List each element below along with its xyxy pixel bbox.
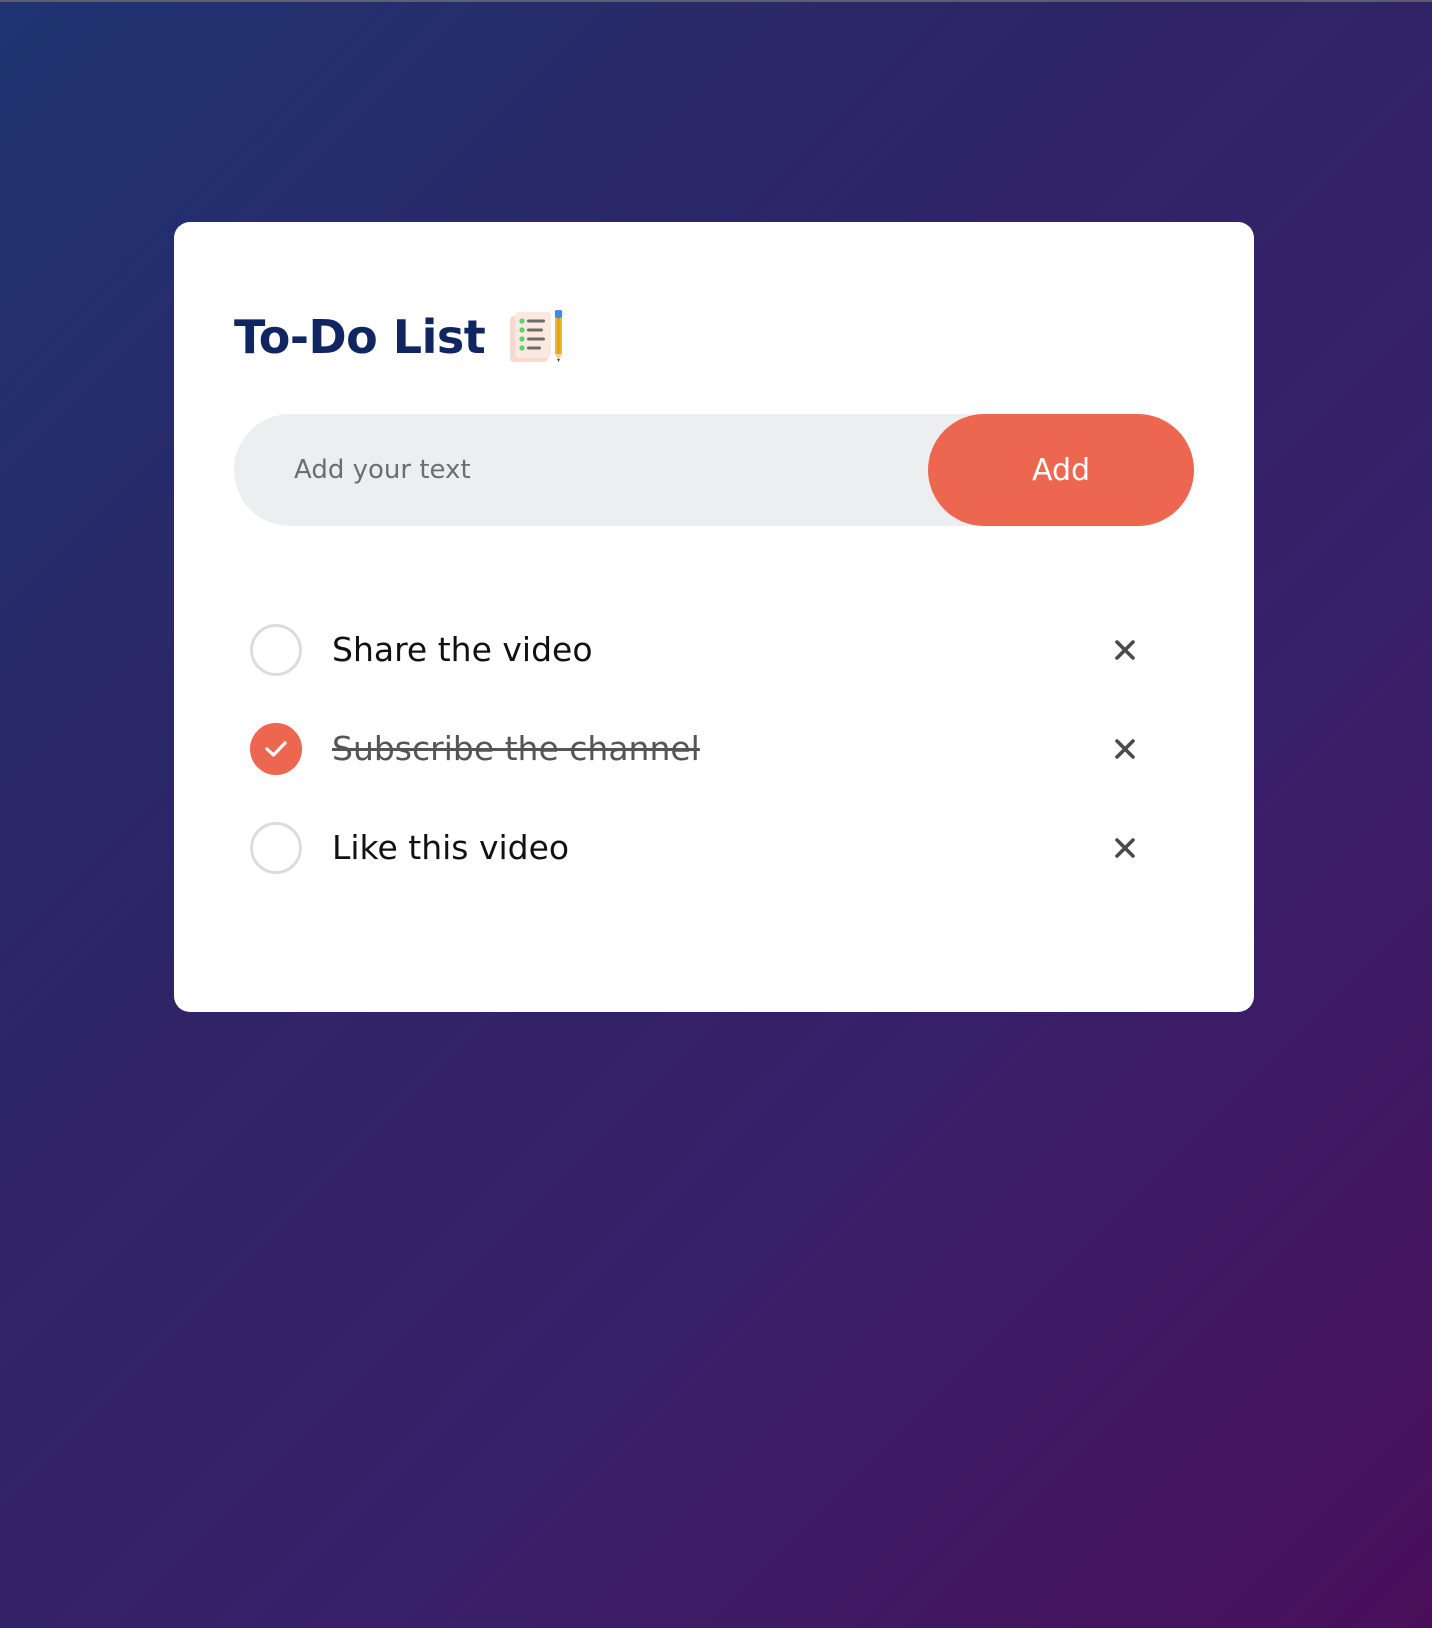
checkmark-icon bbox=[265, 740, 287, 757]
close-icon[interactable] bbox=[1108, 831, 1142, 865]
title-row: To-Do List bbox=[234, 310, 565, 364]
todo-card: To-Do List Add your text Add Share the v… bbox=[174, 222, 1254, 1012]
add-button[interactable]: Add bbox=[928, 414, 1194, 526]
list-item[interactable]: Subscribe the channel bbox=[250, 699, 1170, 798]
top-border-line bbox=[0, 0, 1432, 2]
task-checkbox[interactable] bbox=[250, 623, 302, 676]
task-input[interactable] bbox=[234, 414, 924, 526]
close-icon[interactable] bbox=[1108, 732, 1142, 766]
page-title: To-Do List bbox=[234, 310, 486, 364]
task-list: Share the video Subscribe the channel Li… bbox=[250, 600, 1170, 897]
add-task-row: Add bbox=[234, 414, 1194, 526]
task-label: Share the video bbox=[332, 630, 593, 669]
notepad-pencil-icon bbox=[507, 310, 565, 364]
list-item[interactable]: Like this video bbox=[250, 798, 1170, 897]
close-icon[interactable] bbox=[1108, 633, 1142, 667]
task-checkbox[interactable] bbox=[250, 821, 302, 874]
task-label: Subscribe the channel bbox=[332, 729, 700, 768]
list-item[interactable]: Share the video bbox=[250, 600, 1170, 699]
task-label: Like this video bbox=[332, 828, 570, 867]
task-checkbox-checked[interactable] bbox=[250, 722, 302, 775]
